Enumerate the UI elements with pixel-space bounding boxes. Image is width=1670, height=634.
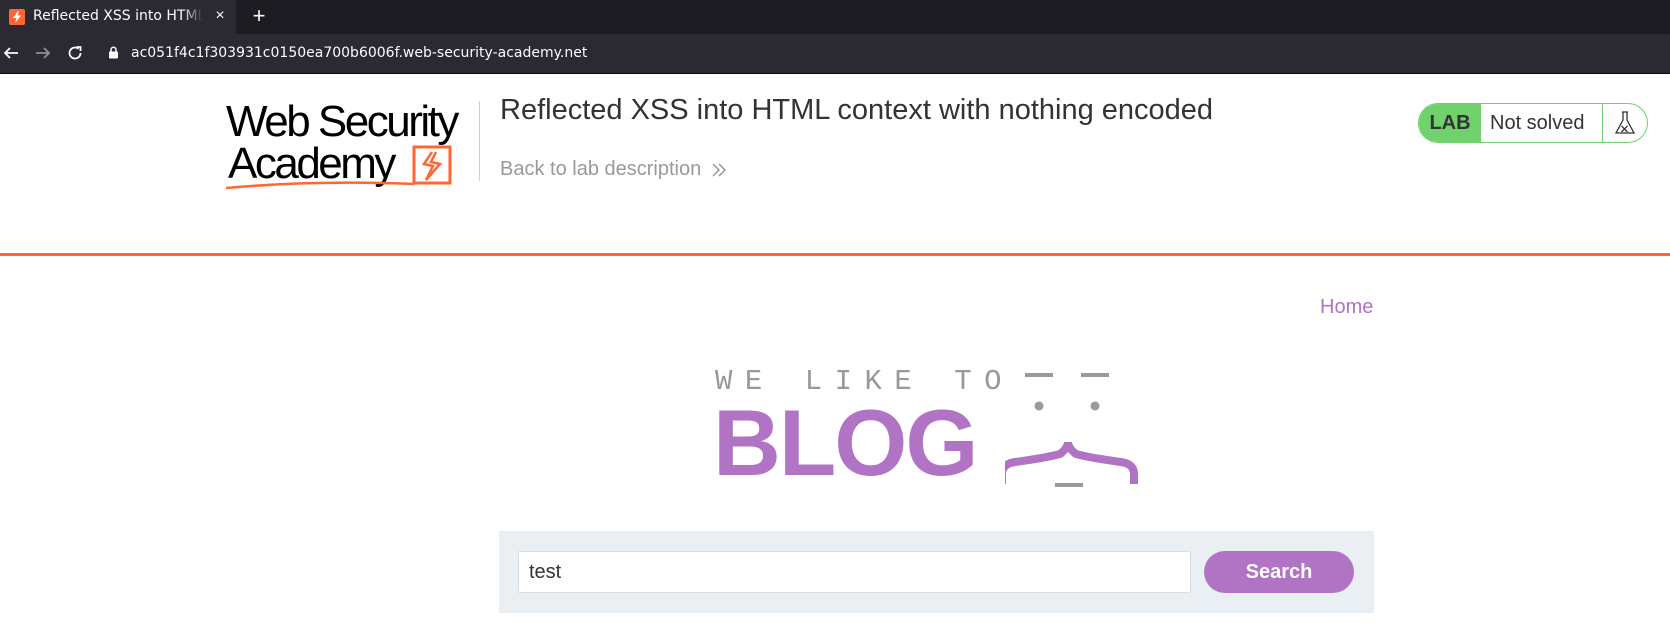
- forward-arrow-icon[interactable]: [32, 42, 54, 64]
- lab-title: Reflected XSS into HTML context with not…: [500, 94, 1214, 126]
- header-divider: [479, 101, 480, 181]
- back-arrow-icon[interactable]: [0, 42, 22, 64]
- reload-icon[interactable]: [64, 42, 86, 64]
- lab-status-text: Not solved: [1481, 104, 1603, 142]
- web-security-academy-logo[interactable]: Web Security Academy: [226, 100, 474, 192]
- portswigger-favicon-icon: [9, 9, 25, 25]
- flask-icon: [1603, 104, 1647, 142]
- search-section: Search: [499, 531, 1374, 613]
- blog-logo-word: BLOG: [713, 390, 979, 495]
- blog-logo: WE LIKE TO BLOG: [713, 366, 1155, 495]
- double-chevron-icon: [711, 162, 727, 178]
- browser-tab-bar: Reflected XSS into HTML context with not…: [0, 0, 1670, 34]
- search-input[interactable]: [518, 551, 1191, 593]
- new-tab-button[interactable]: +: [248, 5, 270, 27]
- logo-lightning-mark: [226, 145, 452, 190]
- lab-badge: LAB: [1419, 104, 1481, 142]
- search-button[interactable]: Search: [1204, 551, 1354, 593]
- lock-icon[interactable]: [108, 46, 119, 64]
- tab-close-button[interactable]: ×: [211, 7, 229, 25]
- browser-tab[interactable]: Reflected XSS into HTML context with not…: [0, 0, 236, 34]
- url-bar[interactable]: ac051f4c1f303931c0150ea700b6006f.web-sec…: [131, 45, 587, 61]
- lab-status-widget: LAB Not solved: [1418, 103, 1648, 143]
- blog-face-icon: [1005, 373, 1138, 487]
- browser-nav-bar: ac051f4c1f303931c0150ea700b6006f.web-sec…: [0, 34, 1670, 74]
- tab-title: Reflected XSS into HTML context with not…: [33, 8, 203, 24]
- academy-header: Web Security Academy Reflected XSS into …: [0, 74, 1670, 256]
- back-to-lab-description-link[interactable]: Back to lab description: [500, 158, 727, 181]
- back-link-label: Back to lab description: [500, 158, 702, 180]
- nav-home-link[interactable]: Home: [1320, 296, 1373, 319]
